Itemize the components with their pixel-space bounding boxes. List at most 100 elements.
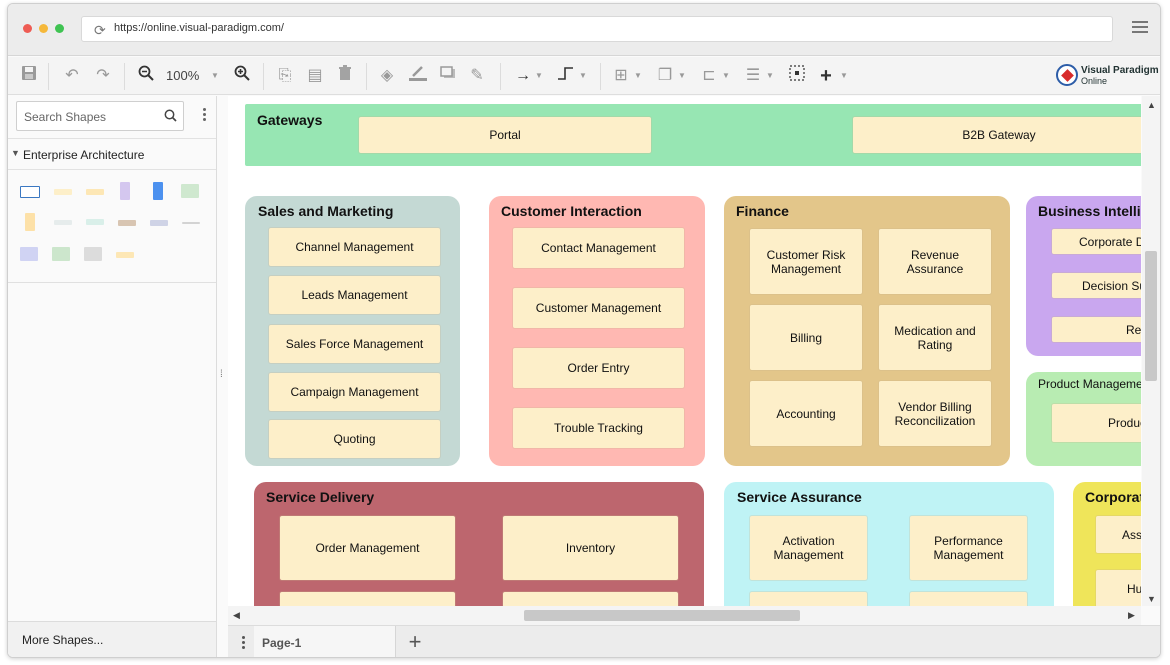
finance-item[interactable]: Accounting (750, 381, 862, 446)
bi-item[interactable]: Corporate Da (1052, 229, 1141, 254)
sales-item[interactable]: Campaign Management (269, 373, 440, 411)
sales-item[interactable]: Quoting (269, 420, 440, 458)
delivery-item[interactable]: Order Management (280, 516, 455, 580)
distribute-dropdown-icon[interactable]: ▼ (766, 65, 774, 87)
finance-item[interactable]: Vendor Billing Reconcilization (879, 381, 991, 446)
zoom-level[interactable]: 100% (166, 65, 199, 87)
customer-item[interactable]: Trouble Tracking (513, 408, 684, 448)
page-options-icon[interactable] (242, 636, 245, 651)
assurance-item-partial[interactable] (910, 592, 1027, 606)
horizontal-scroll-thumb[interactable] (524, 610, 800, 621)
finance-item[interactable]: Revenue Assurance (879, 229, 991, 294)
close-window-dot[interactable] (23, 24, 32, 33)
shape-label[interactable] (116, 252, 134, 258)
paste-icon[interactable]: ▤ (306, 65, 324, 87)
delete-icon[interactable] (336, 65, 354, 87)
waypoint-style-icon[interactable] (556, 65, 576, 87)
customer-item[interactable]: Contact Management (513, 228, 684, 268)
insert-icon[interactable]: + (817, 65, 835, 87)
group-dropdown-icon[interactable]: ▼ (634, 65, 642, 87)
shape-folder[interactable] (181, 184, 199, 198)
minimize-window-dot[interactable] (39, 24, 48, 33)
shape-region[interactable] (20, 247, 38, 261)
shape-zone[interactable] (52, 247, 70, 261)
format-painter-icon[interactable]: ✎ (468, 65, 486, 87)
corporate-item[interactable]: Hum (1096, 570, 1141, 606)
category-enterprise-architecture[interactable]: ▼ Enterprise Architecture (8, 138, 216, 170)
bi-item[interactable]: Rep (1052, 317, 1141, 342)
waypoint-dropdown-icon[interactable]: ▼ (579, 65, 587, 87)
corporate-item[interactable]: Asse (1096, 516, 1141, 553)
diagram-canvas[interactable]: Gateways Portal B2B Gateway Sales and Ma… (228, 96, 1141, 606)
sales-item[interactable]: Sales Force Management (269, 325, 440, 363)
finance-item[interactable]: Medication and Rating (879, 305, 991, 370)
sales-item[interactable]: Channel Management (269, 228, 440, 266)
scroll-down-icon[interactable]: ▼ (1147, 594, 1156, 604)
shape-finance[interactable] (118, 220, 136, 226)
sidebar-resize-handle[interactable]: ⁞ (220, 369, 223, 380)
line-color-icon[interactable] (408, 65, 428, 87)
assurance-item[interactable]: Activation Management (750, 516, 867, 580)
copy-icon[interactable]: ⎘ (276, 65, 294, 87)
page-tab[interactable]: Page-1 (254, 626, 396, 657)
assurance-item-partial[interactable] (750, 592, 867, 606)
shape-sales[interactable] (54, 220, 72, 225)
align-dropdown-icon[interactable]: ▼ (722, 65, 730, 87)
refresh-icon[interactable]: ⟳ (94, 22, 106, 39)
shape-column[interactable] (153, 182, 163, 200)
zoom-out-icon[interactable] (137, 65, 155, 87)
shape-customer[interactable] (86, 219, 104, 225)
browser-menu-icon[interactable] (1132, 21, 1148, 35)
arrange-dropdown-icon[interactable]: ▼ (678, 65, 686, 87)
delivery-item[interactable]: Inventory (503, 516, 678, 580)
sales-item[interactable]: Leads Management (269, 276, 440, 314)
scroll-left-icon[interactable]: ◀ (233, 610, 240, 621)
product-item[interactable]: Product (1052, 404, 1141, 442)
finance-item[interactable]: Customer Risk Management (750, 229, 862, 294)
shape-box[interactable] (20, 186, 40, 198)
delivery-item-partial[interactable] (280, 592, 455, 606)
vertical-scroll-thumb[interactable] (1145, 251, 1157, 381)
delivery-item-partial[interactable] (503, 592, 678, 606)
assurance-item[interactable]: Performance Management (910, 516, 1027, 580)
select-all-icon[interactable] (788, 65, 806, 87)
scroll-right-icon[interactable]: ▶ (1128, 610, 1135, 621)
customer-item[interactable]: Order Entry (513, 348, 684, 388)
shape-service[interactable] (150, 220, 168, 226)
redo-icon[interactable]: ↷ (94, 65, 112, 87)
more-shapes-button[interactable]: More Shapes... (8, 621, 216, 657)
shape-layer[interactable] (120, 182, 130, 200)
sidebar-options-icon[interactable] (203, 108, 206, 124)
group-icon[interactable]: ⊞ (612, 65, 630, 87)
insert-dropdown-icon[interactable]: ▼ (840, 65, 848, 87)
search-shapes-input[interactable]: Search Shapes (16, 101, 184, 131)
shape-note[interactable] (25, 213, 35, 231)
gateway-portal[interactable]: Portal (359, 117, 651, 153)
shape-component[interactable] (86, 189, 104, 195)
add-page-icon[interactable]: + (404, 630, 426, 654)
scroll-up-icon[interactable]: ▲ (1147, 100, 1156, 110)
undo-icon[interactable]: ↶ (63, 65, 81, 87)
maximize-window-dot[interactable] (55, 24, 64, 33)
shadow-icon[interactable] (439, 65, 457, 87)
address-bar[interactable]: ⟳ https://online.visual-paradigm.com/ (81, 16, 1113, 42)
vertical-scrollbar[interactable]: ▲ ▼ (1142, 96, 1160, 606)
distribute-icon[interactable]: ☰ (744, 65, 762, 87)
customer-item[interactable]: Customer Management (513, 288, 684, 328)
arrange-icon[interactable]: ❐ (656, 65, 674, 87)
search-icon[interactable] (164, 109, 177, 125)
horizontal-scrollbar[interactable]: ◀ ▶ (228, 606, 1141, 625)
gateway-b2b[interactable]: B2B Gateway (853, 117, 1141, 153)
save-icon[interactable] (20, 65, 38, 87)
zoom-in-icon[interactable] (233, 65, 251, 87)
fill-color-icon[interactable]: ◈ (378, 65, 396, 87)
zoom-dropdown-icon[interactable]: ▼ (211, 65, 219, 87)
connector-dropdown-icon[interactable]: ▼ (535, 65, 543, 87)
shape-line[interactable] (182, 222, 200, 224)
bi-item[interactable]: Decision Sup (1052, 273, 1141, 298)
connector-style-icon[interactable]: → (512, 65, 534, 87)
shape-group[interactable] (84, 247, 102, 261)
shape-entity[interactable] (54, 189, 72, 195)
align-icon[interactable]: ⊏ (700, 65, 718, 87)
finance-item[interactable]: Billing (750, 305, 862, 370)
